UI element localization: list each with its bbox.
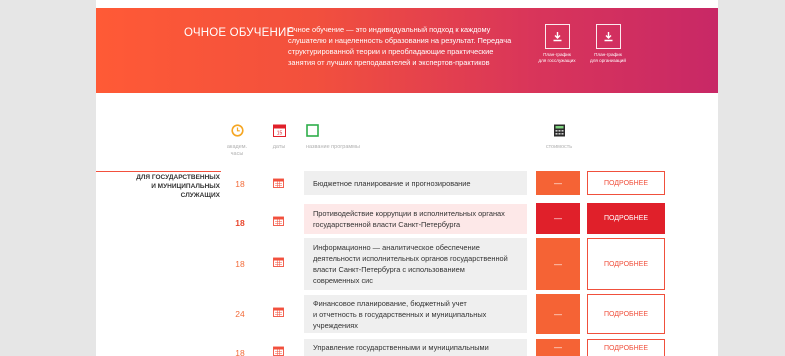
category-divider	[96, 171, 221, 172]
column-hours: академ. часы	[224, 124, 250, 158]
banner-description: Очное обучение — это индивидуальный подх…	[288, 25, 512, 67]
details-button[interactable]: ПОДРОБНЕЕ	[587, 339, 665, 356]
details-button[interactable]: ПОДРОБНЕЕ	[587, 294, 665, 334]
calculator-icon	[553, 124, 565, 137]
calendar-icon[interactable]	[273, 346, 284, 356]
hours-value: 18	[235, 179, 245, 189]
download-label: для организаций	[590, 58, 626, 63]
calendar-icon[interactable]	[273, 216, 284, 226]
price-cell: —	[536, 294, 580, 334]
book-icon	[306, 124, 319, 137]
column-label: часы	[230, 151, 244, 157]
program-title[interactable]: Информационно — аналитическое обеспечени…	[304, 238, 527, 290]
price-cell: —	[536, 203, 580, 234]
details-button[interactable]: ПОДРОБНЕЕ	[587, 238, 665, 290]
clock-icon	[230, 124, 244, 137]
details-button[interactable]: ПОДРОБНЕЕ	[587, 171, 665, 195]
program-title[interactable]: Бюджетное планирование и прогнозирование	[304, 171, 527, 195]
hours-value: 24	[235, 309, 245, 319]
column-label: название программы	[306, 144, 360, 150]
details-button[interactable]: ПОДРОБНЕЕ	[587, 203, 665, 234]
column-label: даты	[272, 144, 286, 150]
calendar-icon: 15	[272, 124, 286, 137]
download-schedule-organizations[interactable]: План-график для организаций	[578, 24, 638, 64]
calendar-icon[interactable]	[273, 257, 284, 267]
column-label: академ.	[226, 144, 248, 150]
download-icon	[544, 24, 570, 49]
hours-value: 18	[235, 259, 245, 269]
column-program: название программы	[306, 124, 386, 151]
column-dates: 15 даты	[268, 124, 290, 151]
price-cell: —	[536, 238, 580, 290]
calendar-icon[interactable]	[273, 178, 284, 188]
program-title[interactable]: Противодействие коррупции в исполнительн…	[304, 204, 527, 234]
calendar-day: 15	[276, 131, 282, 137]
hero-banner: ОЧНОЕ ОБУЧЕНИЕ Очное обучение — это инди…	[96, 8, 718, 93]
column-cost: стоимость	[544, 124, 574, 151]
program-title[interactable]: Управление государственными и муниципаль…	[304, 339, 527, 356]
column-label: стоимость	[545, 144, 573, 150]
price-cell: —	[536, 339, 580, 356]
hours-value: 18	[235, 348, 245, 356]
price-cell: —	[536, 171, 580, 195]
category-label: ДЛЯ ГОСУДАРСТВЕННЫХ И МУНИЦИПАЛЬНЫХ СЛУЖ…	[136, 174, 220, 199]
calendar-icon[interactable]	[273, 307, 284, 317]
download-icon	[595, 24, 621, 49]
program-title[interactable]: Финансовое планирование, бюджетный учет …	[304, 295, 527, 333]
hours-value: 18	[235, 218, 245, 228]
banner-title: ОЧНОЕ ОБУЧЕНИЕ	[184, 27, 295, 39]
